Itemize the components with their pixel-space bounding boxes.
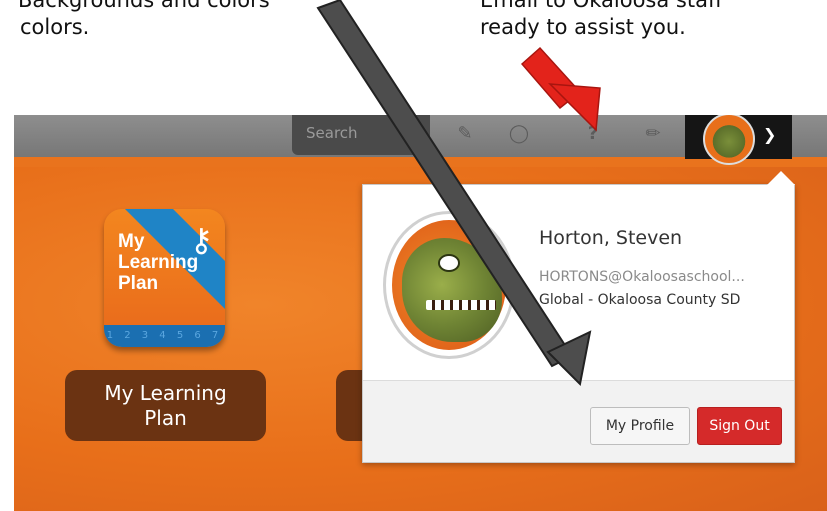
red-down-arrow	[520, 46, 601, 132]
annotation-overlay	[316, 0, 601, 387]
